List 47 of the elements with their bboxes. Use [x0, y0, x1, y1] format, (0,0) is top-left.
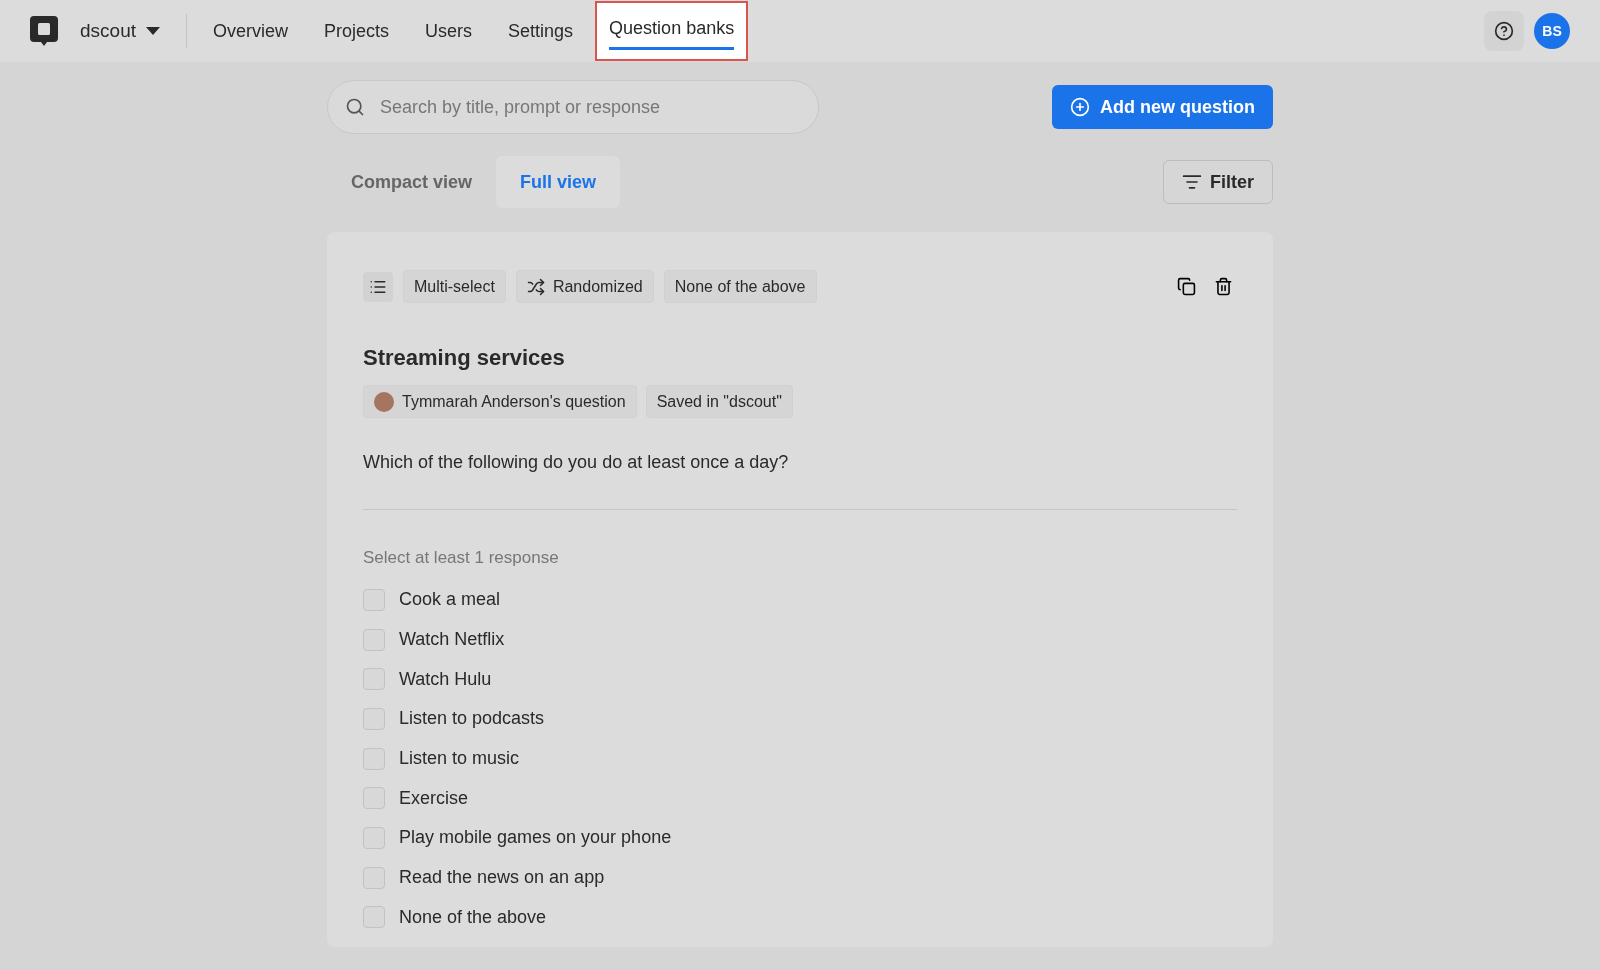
option-label: Exercise [399, 787, 469, 809]
shuffle-icon [526, 277, 545, 296]
help-button[interactable] [1484, 11, 1524, 51]
checkbox[interactable] [363, 866, 385, 889]
option-label: Play mobile games on your phone [399, 827, 672, 849]
option-label: Watch Hulu [399, 668, 492, 690]
nav-tab[interactable]: Settings [490, 0, 592, 62]
search-field[interactable]: Search by title, prompt or response [327, 80, 819, 134]
option-label: Listen to podcasts [399, 708, 545, 730]
checkbox[interactable] [363, 668, 385, 691]
checkbox[interactable] [363, 787, 385, 810]
logo-icon [30, 16, 58, 46]
nav-tab[interactable]: Users [407, 0, 491, 62]
filter-icon [1182, 172, 1202, 192]
checkbox[interactable] [363, 588, 385, 611]
nav-tab[interactable]: Overview [195, 0, 306, 62]
plus-icon [1070, 97, 1090, 117]
user-avatar[interactable]: BS [1534, 13, 1570, 49]
author-tag: Tymmarah Anderson's question [363, 385, 637, 418]
option-label: Read the news on an app [399, 867, 605, 889]
filter-button[interactable]: Filter [1163, 160, 1273, 204]
checkbox[interactable] [363, 906, 385, 929]
nav-tab[interactable]: Question banks [595, 1, 749, 61]
saved-in-tag: Saved in "dscout" [645, 385, 793, 418]
instruction-text: Select at least 1 response [363, 548, 560, 568]
question-prompt: Which of the following do you do at least once a day? [363, 452, 1237, 510]
list-icon [363, 271, 393, 302]
option-label: Watch Netflix [399, 629, 505, 651]
option-label: Cook a meal [399, 589, 501, 611]
option-label: Listen to music [399, 748, 520, 770]
nav-tab[interactable]: Projects [306, 0, 408, 62]
workspace-dropdown[interactable]: dscout [80, 14, 187, 48]
checkbox[interactable] [363, 747, 385, 770]
option-label: None of the above [399, 906, 547, 928]
search-icon [345, 97, 365, 117]
question-tag: Randomized [515, 270, 654, 303]
add-question-button[interactable]: Add new question [1052, 85, 1273, 129]
avatar-circle [374, 391, 394, 412]
question-tag: None of the above [663, 270, 817, 303]
question-tag: Multi-select [403, 270, 506, 303]
checkbox[interactable] [363, 707, 385, 730]
help-icon [1494, 21, 1514, 41]
checkbox[interactable] [363, 628, 385, 651]
view-tab[interactable]: Compact view [327, 156, 497, 208]
checkbox[interactable] [363, 826, 385, 849]
question-title: Streaming services [363, 345, 566, 371]
caret-icon [146, 27, 160, 35]
